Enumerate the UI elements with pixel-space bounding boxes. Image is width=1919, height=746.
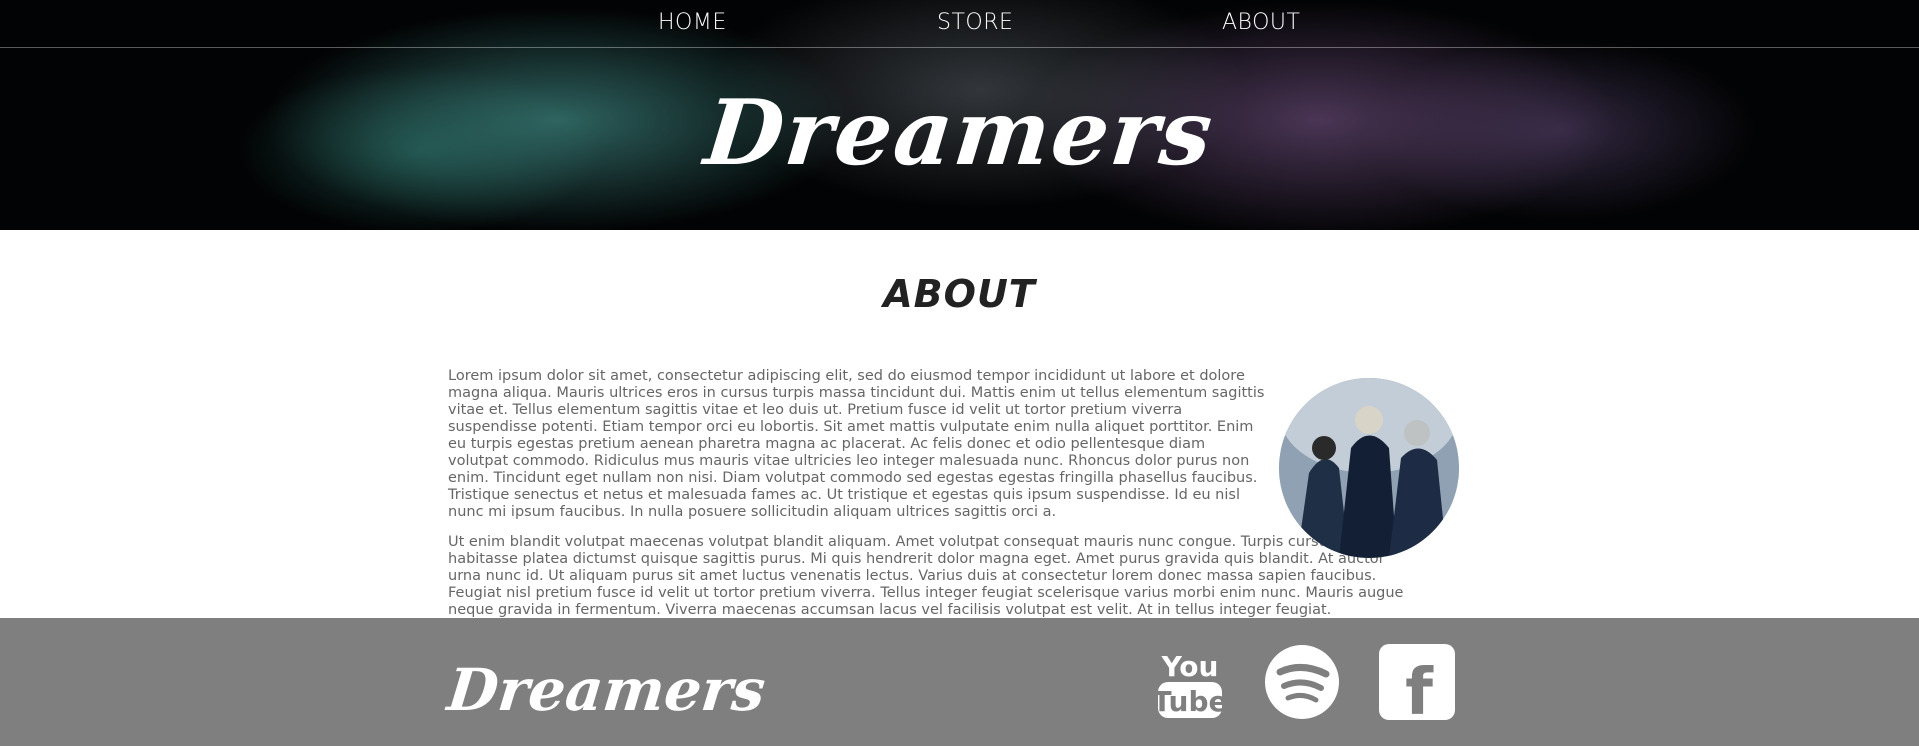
youtube-icon-text-top: You	[1161, 650, 1219, 683]
about-paragraph-2: Ut enim blandit volutpat maecenas volutp…	[448, 534, 1404, 618]
facebook-icon-letter: f	[1405, 656, 1434, 720]
about-paragraph-1: Lorem ipsum dolor sit amet, consectetur …	[448, 368, 1265, 520]
spotify-icon-graphic	[1265, 645, 1339, 719]
hero-logo-title: Dreamers	[700, 80, 1219, 186]
nav-about-link[interactable]: ABOUT	[1222, 10, 1300, 35]
facebook-icon[interactable]: f	[1379, 644, 1455, 730]
band-photo	[1279, 378, 1459, 558]
youtube-icon[interactable]: You Tube	[1152, 644, 1228, 720]
youtube-icon-text-bottom: Tube	[1153, 685, 1228, 718]
band-photo-graphic	[1279, 378, 1459, 558]
footer: Dreamers You Tube f	[0, 618, 1919, 746]
nav-home-link[interactable]: HOME	[658, 10, 727, 35]
top-nav: HOME STORE ABOUT	[0, 0, 1919, 48]
hero-banner: HOME STORE ABOUT Dreamers	[0, 0, 1919, 230]
footer-logo: Dreamers	[444, 656, 769, 724]
nav-store-link[interactable]: STORE	[937, 10, 1013, 35]
facebook-icon-graphic: f	[1379, 644, 1455, 730]
spotify-icon[interactable]	[1264, 644, 1340, 720]
youtube-icon-graphic: You Tube	[1153, 650, 1228, 718]
about-heading: ABOUT	[883, 272, 1036, 316]
about-content: Lorem ipsum dolor sit amet, consectetur …	[448, 368, 1408, 632]
